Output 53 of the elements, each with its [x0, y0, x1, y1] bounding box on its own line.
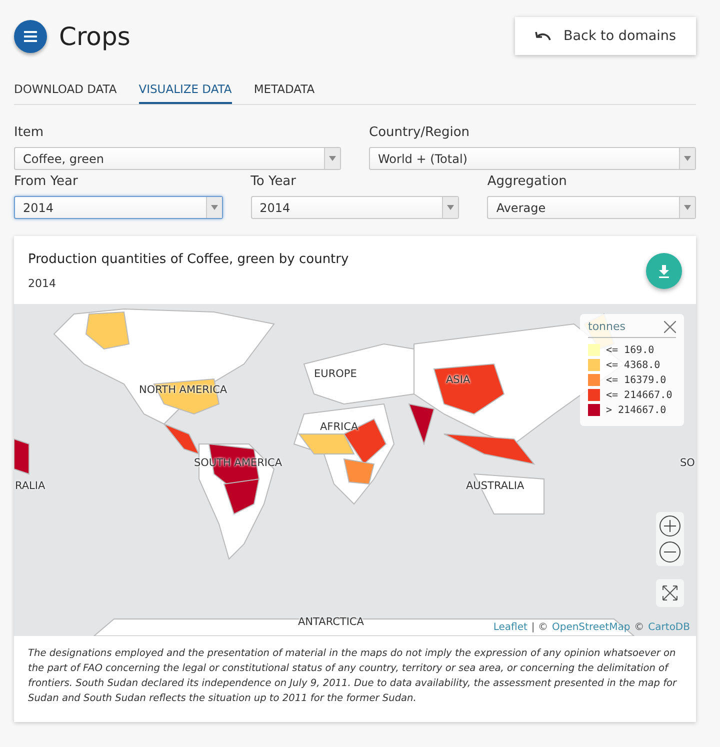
attribution-text: © — [634, 622, 644, 633]
map-label: ANTARCTICA — [298, 616, 364, 629]
caret-icon — [329, 156, 336, 161]
field-label: Aggregation — [487, 174, 568, 189]
menu-button[interactable] — [14, 20, 47, 52]
caret-icon — [684, 156, 691, 161]
field-label: From Year — [14, 174, 79, 189]
plus-icon — [659, 515, 681, 537]
caret-icon — [447, 205, 454, 210]
minus-icon — [659, 541, 681, 563]
map-label: EUROPE — [314, 368, 357, 381]
map-label: AFRICA — [320, 421, 358, 434]
expand-icon — [662, 585, 678, 601]
caret-icon — [210, 205, 218, 210]
chart-title: Production quantities of Coffee, green by country — [28, 252, 349, 267]
dropdown-select[interactable]: 2014 — [14, 196, 223, 219]
legend-label: > 214667.0 — [606, 404, 666, 416]
dropdown-select[interactable]: Average — [487, 196, 696, 219]
field-label: To Year — [250, 174, 297, 189]
attribution-link[interactable]: Leaflet — [493, 622, 528, 633]
map-label: ASIA — [446, 374, 470, 387]
field-label: Country/Region — [369, 125, 471, 140]
close-button[interactable] — [664, 320, 676, 332]
legend-title: tonnes — [588, 320, 626, 333]
attribution-text: | © — [531, 622, 548, 633]
tab[interactable]: METADATA — [254, 76, 315, 104]
tab[interactable]: DOWNLOAD DATA — [14, 76, 117, 104]
tab[interactable]: VISUALIZE DATA — [138, 76, 232, 104]
page-title: Crops — [59, 22, 130, 50]
dropdown-select[interactable]: World + (Total) — [369, 147, 696, 170]
dropdown-select[interactable]: Coffee, green — [14, 147, 341, 170]
legend-label: <= 4368.0 — [606, 360, 660, 370]
caret-icon — [684, 205, 691, 210]
map-disclaimer: The designations employed and the presentation of material in the maps do not imply the expression of any opinion whatsoever on the part of FAO concerning the legal or constitutional status of any country, territory or sea area, or concerning the delimitation of frontiers. South Sudan declared its independence on July 9, 2011. Due to data availability, the assessment presented in the map for Sudan and South Sudan reflects the situation up to 2011 for the former Sudan. — [27, 647, 678, 706]
download-button[interactable] — [646, 253, 682, 289]
back-to-domains-button[interactable]: Back to domains — [515, 17, 696, 55]
zoom-in-button[interactable] — [659, 515, 681, 537]
map-label: RALIA — [15, 480, 46, 493]
field-label: Item — [14, 125, 45, 140]
menu-icon — [24, 30, 37, 42]
map-label: AUSTRALIA — [466, 480, 524, 493]
undo-icon — [535, 31, 552, 41]
map-label: SO — [680, 457, 695, 470]
zoom-out-button[interactable] — [659, 541, 681, 563]
attribution-link[interactable]: OpenStreetMap — [552, 622, 630, 633]
close-icon — [664, 320, 676, 332]
download-icon — [658, 264, 670, 278]
legend-label: <= 169.0 — [606, 344, 654, 356]
fullscreen-button[interactable] — [656, 579, 684, 607]
legend-label: <= 214667.0 — [606, 390, 672, 400]
dropdown-select[interactable]: 2014 — [250, 196, 460, 219]
chart-subtitle: 2014 — [28, 277, 57, 290]
legend-label: <= 16379.0 — [606, 374, 666, 386]
